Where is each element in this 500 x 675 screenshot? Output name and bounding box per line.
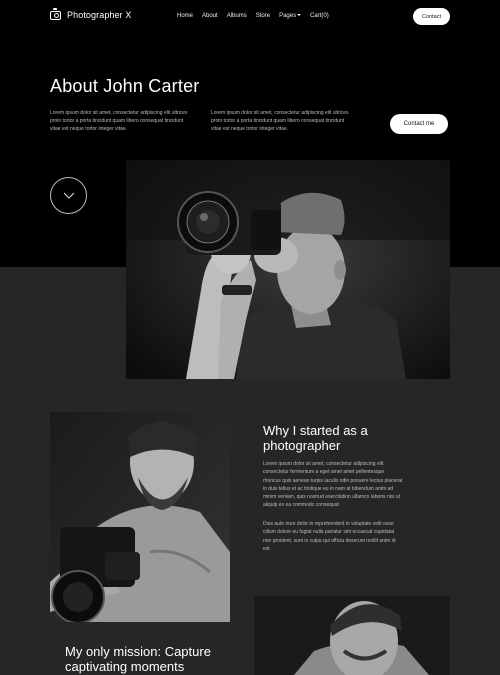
- scroll-down-button[interactable]: [50, 177, 87, 214]
- contact-me-button[interactable]: Contact me: [390, 114, 448, 134]
- nav-item-pages-label: Pages: [279, 13, 297, 19]
- section-paragraph-1: Lorem ipsum dolor sit amet, consectetur …: [263, 461, 403, 509]
- nav-item-albums[interactable]: Albums: [227, 13, 247, 19]
- nav-contact-button[interactable]: Contact: [413, 8, 450, 25]
- page-title: About John Carter: [50, 76, 200, 96]
- camera-icon: [50, 8, 61, 20]
- nav-item-home[interactable]: Home: [177, 13, 193, 19]
- nav-item-store[interactable]: Store: [256, 13, 270, 19]
- section-heading-mission: My only mission: Capture captivating mom…: [65, 644, 211, 674]
- nav-item-cart[interactable]: Cart(0): [310, 13, 329, 19]
- hero-paragraph-right: Lorem ipsum dolor sit amet, consectetur …: [211, 110, 349, 132]
- nav-item-pages[interactable]: Pages: [279, 13, 302, 19]
- chevron-down-icon: [297, 14, 302, 17]
- hero-photo: [126, 160, 450, 379]
- photographer-photo-1: [50, 412, 230, 622]
- top-navbar: Photographer X Home About Albums Store P…: [0, 0, 500, 34]
- nav-item-about[interactable]: About: [202, 13, 218, 19]
- section-heading-why: Why I started as a photographer: [263, 423, 368, 453]
- section-paragraph-2: Duis aute irure dolor in reprehenderit i…: [263, 521, 396, 552]
- brand-name: Photographer X: [67, 10, 132, 20]
- nav-menu: Home About Albums Store Pages Cart(0): [177, 13, 329, 19]
- brand-logo[interactable]: Photographer X: [50, 8, 132, 20]
- chevron-down-icon: [63, 192, 74, 199]
- hero-paragraph-left: Lorem ipsum dolor sit amet, consectetur …: [50, 110, 188, 132]
- photographer-photo-2: [254, 596, 450, 675]
